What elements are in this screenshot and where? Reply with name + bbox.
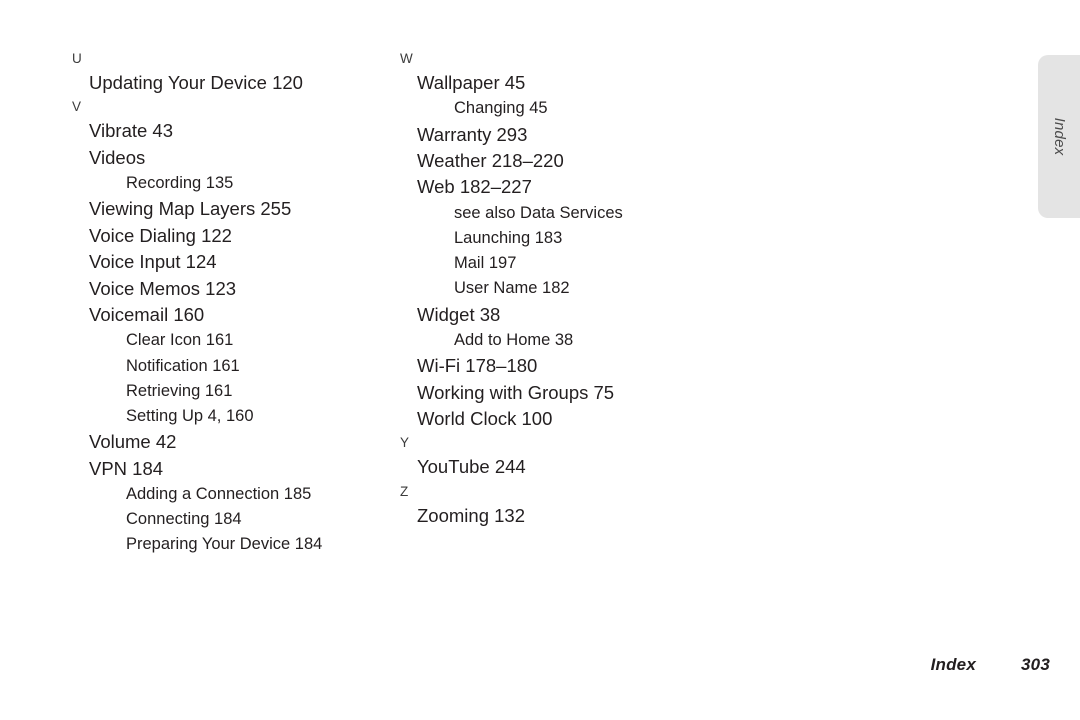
index-entry: Weather 218–220	[417, 150, 564, 172]
index-entry: Mail 197	[454, 254, 517, 273]
page-footer: Index 303	[0, 655, 1050, 687]
index-letter-heading-u: U	[72, 51, 82, 66]
footer-page-number: 303	[1021, 655, 1050, 674]
index-column-left: U Updating Your Device 120 V Vibrate 43 Vide…	[72, 48, 392, 558]
footer-section-label: Index	[930, 655, 976, 674]
index-entry: Preparing Your Device 184	[126, 535, 323, 554]
index-entry: YouTube 244	[417, 456, 526, 478]
index-letter-heading-w: W	[400, 51, 413, 66]
index-entry: Warranty 293	[417, 123, 528, 145]
index-entry: World Clock 100	[417, 408, 553, 430]
index-letter-heading-z: Z	[400, 483, 409, 499]
index-entry: Web 182–227	[417, 176, 532, 198]
index-entry: Volume 42	[89, 431, 177, 453]
index-entry: User Name 182	[454, 279, 570, 298]
index-letter-heading-v: V	[72, 99, 82, 115]
index-entry: Adding a Connection 185	[126, 485, 312, 504]
index-entry: Connecting 184	[126, 510, 242, 529]
index-entry: Voicemail 160	[89, 304, 205, 326]
index-entry: Add to Home 38	[454, 331, 574, 350]
index-entry: Working with Groups 75	[417, 381, 615, 403]
index-entry: Voice Input 124	[89, 251, 217, 273]
index-entry: Wi-Fi 178–180	[417, 355, 538, 377]
index-entry: Retrieving 161	[126, 381, 233, 400]
index-entry: Videos	[89, 146, 146, 168]
index-entry: Setting Up 4, 160	[126, 407, 254, 426]
index-entry: see also Data Services	[454, 203, 623, 222]
index-entry: Voice Dialing 122	[89, 224, 232, 246]
index-entry: Launching 183	[454, 229, 563, 248]
index-entry: Notification 161	[126, 356, 240, 375]
side-thumb-tab: Index	[1038, 55, 1080, 218]
index-content: U Updating Your Device 120 V Vibrate 43 Vide…	[0, 0, 1010, 640]
footer-inner: Index 303	[931, 655, 1050, 675]
index-entry: Widget 38	[417, 303, 501, 325]
index-entry: Voice Memos 123	[89, 277, 237, 299]
index-entry: Recording 135	[126, 174, 234, 193]
index-entry: Changing 45	[454, 99, 548, 118]
index-entry: Vibrate 43	[89, 120, 173, 142]
side-tab-label: Index	[1051, 117, 1068, 156]
index-letter-heading-y: Y	[400, 435, 410, 451]
index-entry: Zooming 132	[417, 504, 525, 526]
index-entry: Clear Icon 161	[126, 331, 234, 350]
index-entry: Updating Your Device 120	[89, 72, 303, 93]
index-entry: Viewing Map Layers 255	[89, 198, 292, 220]
index-column-right: W Wallpaper 45 Changing 45 Warranty 293 Weat…	[400, 48, 730, 529]
index-entry: Wallpaper 45	[417, 72, 526, 93]
document-page: Index U Updating Your Device 120 V Vibrate …	[0, 0, 1080, 720]
index-entry: VPN 184	[89, 457, 164, 479]
